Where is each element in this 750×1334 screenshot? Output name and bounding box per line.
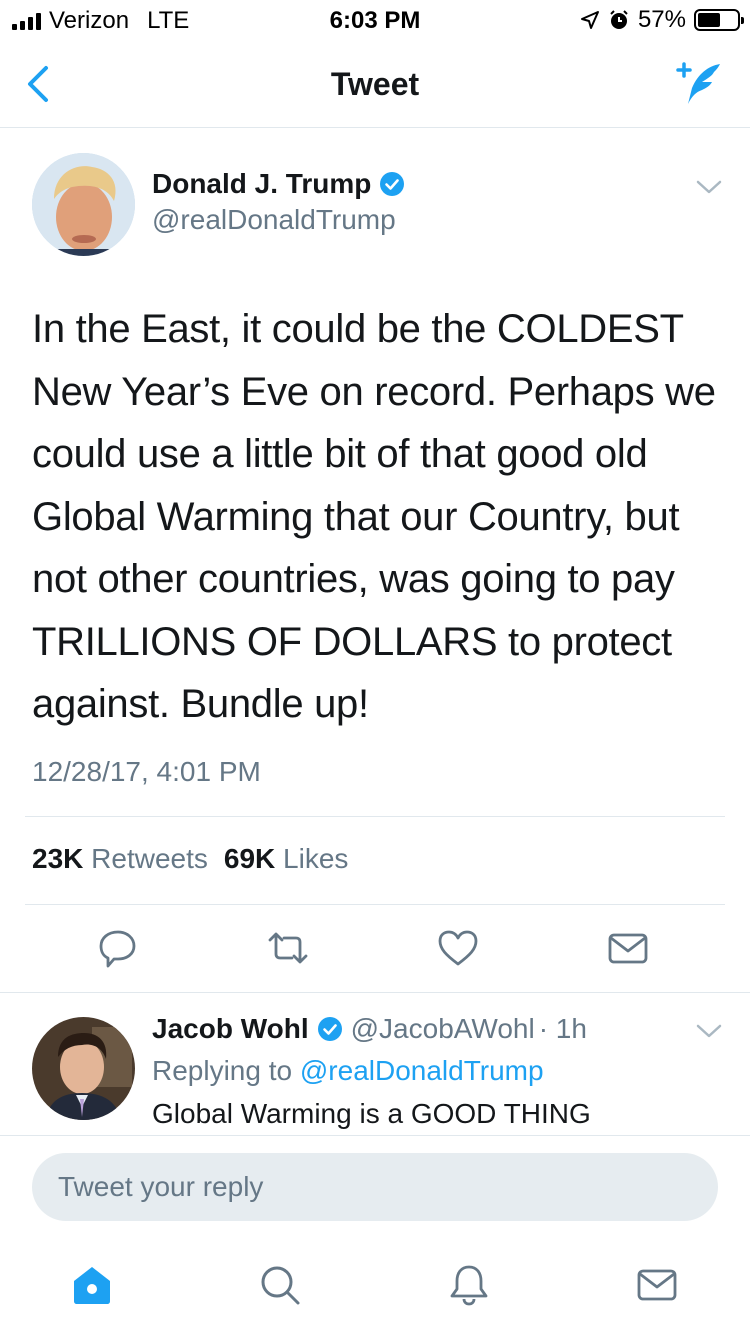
chevron-down-icon[interactable]	[695, 178, 723, 196]
divider	[25, 816, 725, 817]
likes-stat[interactable]: 69K Likes	[224, 843, 349, 875]
avatar[interactable]	[32, 153, 135, 256]
reply-author-handle: @JacobAWohl	[350, 1013, 535, 1044]
verified-badge-icon	[317, 1017, 342, 1041]
author-name[interactable]: Donald J. Trump	[152, 168, 405, 200]
reply-time: · 1h	[538, 1013, 587, 1044]
reply-author[interactable]: Jacob Wohl @JacobAWohl · 1h	[152, 1013, 587, 1045]
reply-avatar-image	[32, 1017, 135, 1120]
reply-text: Global Warming is a GOOD THING	[152, 1098, 591, 1129]
tweet-stats: 23K Retweets 69K Likes	[32, 843, 348, 875]
reply-icon[interactable]	[96, 926, 140, 970]
alarm-icon	[610, 10, 628, 29]
verified-badge-icon	[380, 172, 405, 196]
like-heart-icon[interactable]	[436, 926, 480, 970]
tweet-timestamp: 12/28/17, 4:01 PM	[32, 756, 261, 787]
nav-bar: Tweet	[0, 40, 750, 128]
reply-input[interactable]	[32, 1153, 718, 1221]
page-title: Tweet	[330, 66, 420, 102]
retweets-stat[interactable]: 23K Retweets	[32, 843, 208, 875]
notifications-icon[interactable]	[447, 1263, 491, 1307]
author-handle[interactable]: @realDonaldTrump	[152, 204, 396, 236]
tab-bar	[0, 1245, 750, 1334]
reply-compose-bar	[0, 1135, 750, 1245]
thread-separator	[0, 992, 750, 993]
tweet-text: In the East, it could be the COLDEST New…	[32, 307, 716, 726]
reply-avatar[interactable]	[32, 1017, 135, 1120]
likes-count: 69K	[223, 843, 276, 874]
home-icon[interactable]	[70, 1263, 114, 1307]
compose-tweet-icon[interactable]	[670, 58, 726, 110]
battery-icon	[694, 9, 744, 31]
likes-label: Likes	[283, 843, 349, 874]
battery-fill	[698, 13, 720, 27]
status-right: 57%	[580, 6, 744, 34]
retweets-count: 23K	[32, 843, 84, 874]
replying-to: Replying to @realDonaldTrump	[152, 1055, 544, 1087]
retweets-label: Retweets	[91, 843, 208, 874]
author-name-text: Donald J. Trump	[152, 168, 372, 199]
messages-icon[interactable]	[635, 1263, 679, 1307]
avatar-image	[32, 153, 135, 256]
retweet-icon[interactable]	[266, 926, 310, 970]
direct-message-icon[interactable]	[606, 926, 650, 970]
location-arrow-icon	[580, 11, 599, 29]
replying-to-handle[interactable]: @realDonaldTrump	[300, 1055, 544, 1086]
replying-to-prefix: Replying to	[152, 1055, 293, 1086]
reply-author-name: Jacob Wohl	[152, 1013, 309, 1044]
divider	[25, 904, 725, 905]
chevron-down-icon[interactable]	[695, 1022, 723, 1040]
search-icon[interactable]	[258, 1263, 302, 1307]
status-bar: Verizon LTE 6:03 PM 57%	[0, 0, 750, 40]
battery-percent: 57%	[637, 6, 686, 33]
